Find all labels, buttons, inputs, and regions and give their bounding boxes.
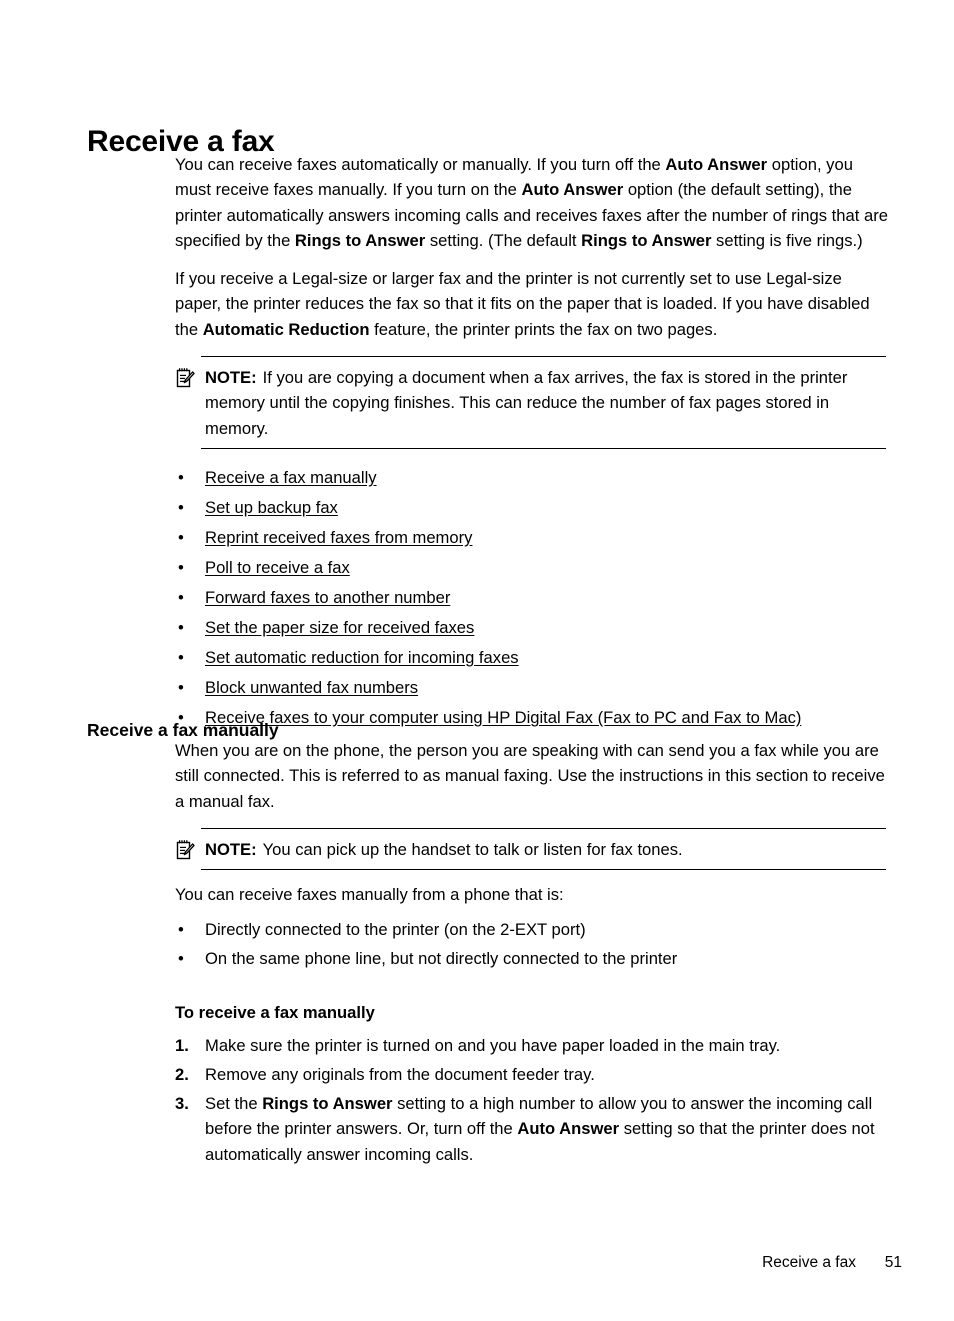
intro-p2-seg2: feature, the printer prints the fax on t… [369,319,718,339]
list-item[interactable]: • Set automatic reduction for incoming fa… [175,645,890,672]
intro-p1-seg5: setting is five rings.) [711,230,863,250]
list-item[interactable]: • Reprint received faxes from memory [175,525,890,552]
footer-page-number: 51 [884,1254,902,1271]
intro-p2-bold1: Automatic Reduction [202,319,370,339]
intro-p1-seg1: You can receive faxes automatically or m… [175,155,666,174]
step-seg1: Set the [205,1093,263,1113]
link-forward-faxes-to-another-number[interactable]: Forward faxes to another number [205,588,450,607]
list-item[interactable]: • Receive faxes to your computer using HP… [175,705,890,732]
link-reprint-received-faxes-from-memory[interactable]: Reprint received faxes from memory [205,528,472,547]
intro-p1-seg4: setting. (The default [425,230,582,250]
note-rule-bottom [201,447,886,449]
bullet-glyph: • [178,497,184,517]
bullet-glyph: • [178,467,184,487]
link-set-up-backup-fax[interactable]: Set up backup fax [205,498,338,517]
procedure-step: 3. Set the Rings to Answer setting to a h… [175,1091,890,1168]
list-item: • On the same phone line, but not directl… [175,945,890,972]
intro-p1-bold3: Rings to Answer [294,230,426,250]
list-item[interactable]: • Receive a fax manually [175,465,890,492]
condition-label: Directly connected to the printer (on th… [205,920,586,940]
procedure-step: 2. Remove any originals from the document… [175,1062,890,1088]
note-rule-bottom [201,869,886,871]
list-item[interactable]: • Block unwanted fax numbers [175,675,890,702]
note-box-manual: NOTE: You can pick up the handset to talk… [175,827,890,871]
note-box-intro: NOTE: If you are copying a document when … [175,356,890,449]
note-intro-body: NOTE: If you are copying a document when … [205,356,890,449]
manual-lead-in: You can receive faxes manually from a ph… [175,885,564,905]
note-pad-pencil-icon [175,839,195,861]
note-rule-top [201,827,886,829]
procedure-step: 1. Make sure the printer is turned on and… [175,1033,890,1059]
footer-title: Receive a fax [762,1254,856,1271]
intro-paragraph-2: If you receive a Legal-size or larger fa… [175,266,890,342]
document-page: Receive a fax You can receive faxes auto… [0,0,954,1321]
step-number: 1. [175,1036,189,1056]
step-seg1: Remove any originals from the document f… [205,1065,595,1085]
link-set-the-paper-size-for-received-faxes[interactable]: Set the paper size for received faxes [205,618,474,637]
bullet-glyph: • [178,557,184,577]
condition-label: On the same phone line, but not directly… [205,949,678,969]
bullet-glyph: • [178,949,184,969]
note-text: If you are copying a document when a fax… [205,368,848,438]
note-rule-top [201,356,886,358]
procedure-heading: To receive a fax manually [175,1003,375,1023]
link-block-unwanted-fax-numbers[interactable]: Block unwanted fax numbers [205,678,418,697]
procedure-step-list: 1. Make sure the printer is turned on and… [175,1033,890,1167]
note-text: You can pick up the handset to talk or l… [262,839,683,859]
bullet-glyph: • [178,587,184,607]
list-item[interactable]: • Set up backup fax [175,495,890,522]
intro-content-block: You can receive faxes automatically or m… [175,152,890,735]
link-receive-faxes-to-your-computer-hp-digital-fax[interactable]: Receive faxes to your computer using HP … [205,708,801,727]
link-receive-a-fax-manually[interactable]: Receive a fax manually [205,468,377,487]
intro-p1-bold4: Rings to Answer [581,230,712,250]
manual-paragraph-1: When you are on the phone, the person yo… [175,741,885,811]
list-item[interactable]: • Set the paper size for received faxes [175,615,890,642]
bullet-glyph: • [178,527,184,547]
step-seg1: Make sure the printer is turned on and y… [205,1036,781,1056]
phone-conditions-list: • Directly connected to the printer (on t… [175,916,890,972]
step-number: 2. [175,1065,189,1085]
bullet-glyph: • [178,617,184,637]
note-label: NOTE: [205,839,257,859]
step-number: 3. [175,1093,189,1113]
list-item[interactable]: • Forward faxes to another number [175,585,890,612]
step-bold2: Auto Answer [517,1119,620,1139]
link-poll-to-receive-a-fax[interactable]: Poll to receive a fax [205,558,350,577]
bullet-glyph: • [178,920,184,940]
intro-p1-bold2: Auto Answer [521,180,624,200]
topic-link-list: • Receive a fax manually • Set up backup f… [175,465,890,732]
note-label: NOTE: [205,368,257,388]
page-footer: Receive a fax 51 [0,1252,954,1276]
intro-paragraph-1: You can receive faxes automatically or m… [175,152,890,253]
list-item: • Directly connected to the printer (on t… [175,916,890,943]
list-item[interactable]: • Poll to receive a fax [175,555,890,582]
note-manual-body: NOTE: You can pick up the handset to talk… [205,828,890,870]
note-pad-pencil-icon [175,367,195,389]
intro-p1-bold1: Auto Answer [665,155,768,174]
link-set-automatic-reduction-for-incoming-faxes[interactable]: Set automatic reduction for incoming fax… [205,648,519,667]
bullet-glyph: • [178,647,184,667]
step-bold1: Rings to Answer [262,1093,393,1113]
manual-section-content-block: When you are on the phone, the person yo… [175,738,890,1170]
bullet-glyph: • [178,677,184,697]
